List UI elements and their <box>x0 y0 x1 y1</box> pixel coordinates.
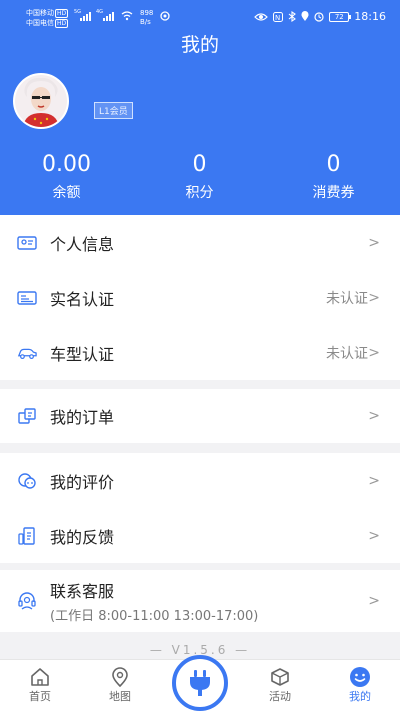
carrier-2: 中国电信 <box>26 19 54 27</box>
plug-icon <box>190 670 210 696</box>
stat-balance[interactable]: 0.00 余额 <box>0 152 133 202</box>
battery-level: 72 <box>334 12 344 21</box>
menu-item-profile[interactable]: 个人信息 > <box>0 215 400 270</box>
wifi-icon <box>121 11 133 24</box>
tab-map-label: 地图 <box>109 690 131 703</box>
tab-activity-label: 活动 <box>269 690 291 703</box>
tab-activity[interactable]: 活动 <box>250 666 310 704</box>
menu-item-feedback[interactable]: 我的反馈 > <box>0 508 400 563</box>
realname-status: 未认证 <box>326 290 368 307</box>
menu-label-reviews: 我的评价 <box>50 472 115 492</box>
menu-item-reviews[interactable]: 我的评价 > <box>0 453 400 508</box>
net-speed-unit: B/s <box>140 18 151 26</box>
chevron-right-icon: > <box>368 344 380 361</box>
chevron-right-icon: > <box>368 472 380 489</box>
eye-icon <box>254 12 269 21</box>
stat-points-label: 积分 <box>185 185 214 201</box>
feedback-icon <box>17 526 37 546</box>
net-speed: 898 B/s <box>140 9 153 27</box>
battery-icon: 72 <box>329 11 352 22</box>
map-pin-icon <box>90 666 150 688</box>
net-speed-value: 898 <box>140 9 154 17</box>
avatar-image <box>15 75 67 127</box>
charge-button[interactable] <box>172 655 228 711</box>
net-5g-label: 5G <box>74 9 82 15</box>
account-section: 个人信息 > 实名认证 未认证 > 车型认证 未认证 > <box>0 215 400 380</box>
chevron-right-icon: > <box>368 408 380 424</box>
status-right: N 72 18:16 <box>254 10 386 23</box>
stat-coupons-value: 0 <box>326 152 341 177</box>
tab-home-label: 首页 <box>29 690 51 703</box>
tab-mine[interactable]: 我的 <box>330 666 390 704</box>
menu-item-orders[interactable]: 我的订单 > <box>0 389 400 443</box>
card-icon <box>17 288 37 308</box>
stat-points-value: 0 <box>192 152 207 177</box>
chevron-right-icon: > <box>368 593 380 609</box>
notification-icon <box>160 11 170 24</box>
avatar[interactable] <box>13 73 69 129</box>
hd-tag-1: HD <box>55 8 69 18</box>
menu-label-profile: 个人信息 <box>50 234 115 254</box>
stat-coupons[interactable]: 0 消费券 <box>267 152 400 202</box>
headset-icon <box>17 591 37 611</box>
feedback-section: 我的评价 > 我的反馈 > <box>0 453 400 563</box>
stat-balance-value: 0.00 <box>42 152 91 177</box>
car-icon <box>17 343 37 363</box>
chevron-right-icon: > <box>368 289 380 306</box>
location-icon <box>301 11 309 21</box>
menu-label-vehicle: 车型认证 <box>50 344 115 364</box>
menu-item-service[interactable]: 联系客服 (工作日 8:00-11:00 13:00-17:00) > <box>0 570 400 632</box>
alarm-icon <box>314 11 324 22</box>
id-card-icon <box>17 233 37 253</box>
page-title: 我的 <box>180 34 219 56</box>
box-icon <box>250 666 310 688</box>
order-icon <box>17 406 37 426</box>
home-icon <box>10 666 70 688</box>
member-badge: L1会员 <box>94 102 133 119</box>
tab-home[interactable]: 首页 <box>10 666 70 704</box>
orders-section: 我的订单 > <box>0 389 400 443</box>
net-4g-label: 4G <box>96 9 104 15</box>
svg-text:N: N <box>275 14 280 22</box>
menu-label-realname: 实名认证 <box>50 289 115 309</box>
hd-tag-2: HD <box>55 18 69 28</box>
menu-item-realname[interactable]: 实名认证 未认证 > <box>0 270 400 325</box>
clock: 18:16 <box>354 10 386 23</box>
stat-balance-label: 余额 <box>52 185 81 201</box>
review-icon <box>17 471 37 491</box>
service-section: 联系客服 (工作日 8:00-11:00 13:00-17:00) > <box>0 570 400 632</box>
vehicle-status: 未认证 <box>326 345 368 362</box>
tab-mine-label: 我的 <box>349 690 371 703</box>
menu-item-vehicle[interactable]: 车型认证 未认证 > <box>0 325 400 380</box>
carrier-info: 中国移动 HD 中国电信 HD <box>26 8 69 28</box>
carrier-1: 中国移动 <box>26 9 54 17</box>
service-text: 联系客服 (工作日 8:00-11:00 13:00-17:00) <box>50 578 258 624</box>
bluetooth-icon <box>288 11 297 22</box>
profile-header: 中国移动HD 中国电信HD 5G 4G 898 B/s N 72 18:16 <box>0 0 400 215</box>
stat-coupons-label: 消费券 <box>312 185 355 201</box>
menu-label-orders: 我的订单 <box>50 408 115 427</box>
chevron-right-icon: > <box>368 234 380 251</box>
menu-label-feedback: 我的反馈 <box>50 527 115 547</box>
signal-icon <box>80 12 91 21</box>
signal-icon-2 <box>103 12 114 21</box>
menu-label-service: 联系客服 <box>50 582 115 601</box>
nfc-icon: N <box>273 11 284 22</box>
service-hours: (工作日 8:00-11:00 13:00-17:00) <box>50 609 259 624</box>
tab-map[interactable]: 地图 <box>90 666 150 704</box>
smile-icon <box>330 666 390 688</box>
chevron-right-icon: > <box>368 527 380 544</box>
stat-points[interactable]: 0 积分 <box>133 152 266 202</box>
